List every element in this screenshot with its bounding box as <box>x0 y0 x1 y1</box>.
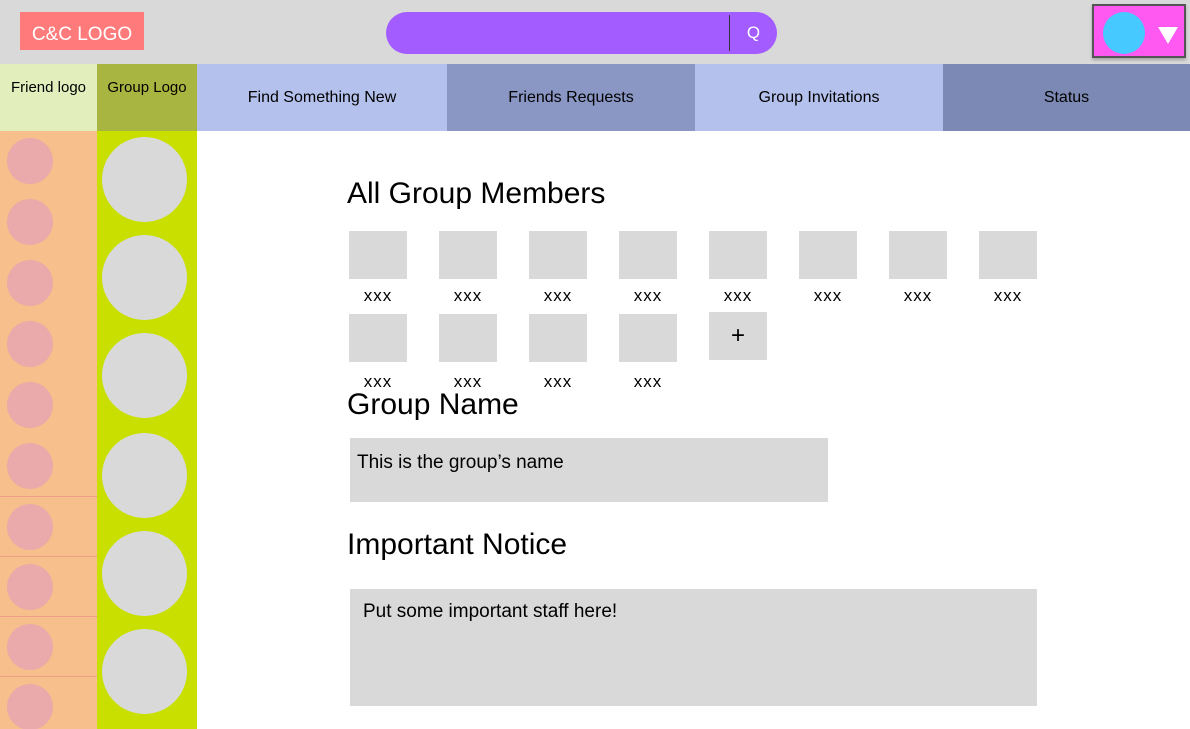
member-card: xxx <box>438 231 498 306</box>
search-button[interactable]: Q <box>730 12 777 54</box>
member-avatar[interactable] <box>349 231 407 279</box>
friend-item <box>0 436 97 496</box>
member-avatar[interactable] <box>439 231 497 279</box>
member-avatar[interactable] <box>979 231 1037 279</box>
groups-sidebar <box>97 131 197 729</box>
tab-friends-requests[interactable]: Friends Requests <box>447 64 695 131</box>
friend-item <box>0 676 97 729</box>
top-bar: C&C LOGO Q <box>0 0 1190 64</box>
friend-avatar[interactable] <box>7 382 53 428</box>
member-card: xxx <box>438 314 498 392</box>
friend-item <box>0 253 97 313</box>
group-avatar[interactable] <box>102 531 187 616</box>
friends-sidebar <box>0 131 97 729</box>
member-avatar[interactable] <box>619 314 677 362</box>
member-card: xxx <box>528 231 588 306</box>
friend-avatar[interactable] <box>7 199 53 245</box>
group-avatar[interactable] <box>102 333 187 418</box>
avatar <box>1103 12 1145 54</box>
friend-item <box>0 616 97 676</box>
tab-status[interactable]: Status <box>943 64 1190 131</box>
member-name: xxx <box>813 286 843 305</box>
member-card: xxx <box>978 231 1038 306</box>
add-member-button[interactable]: + <box>709 312 767 360</box>
friend-avatar[interactable] <box>7 624 53 670</box>
friend-item <box>0 496 97 556</box>
member-avatar[interactable] <box>619 231 677 279</box>
tab-find-something-new[interactable]: Find Something New <box>197 64 447 131</box>
members-title: All Group Members <box>347 177 606 210</box>
chevron-down-icon <box>1158 27 1178 44</box>
friend-avatar[interactable] <box>7 443 53 489</box>
member-avatar[interactable] <box>439 314 497 362</box>
friend-item <box>0 131 97 191</box>
profile-menu-button[interactable] <box>1092 4 1186 58</box>
member-name: xxx <box>543 372 573 391</box>
member-avatar[interactable] <box>889 231 947 279</box>
member-avatar[interactable] <box>709 231 767 279</box>
search-bar: Q <box>386 12 777 54</box>
friend-avatar[interactable] <box>7 684 53 729</box>
friend-item <box>0 375 97 435</box>
member-card: xxx <box>618 231 678 306</box>
member-name: xxx <box>363 286 393 305</box>
app-logo[interactable]: C&C LOGO <box>20 12 144 50</box>
member-name: xxx <box>633 372 663 391</box>
member-avatar[interactable] <box>529 231 587 279</box>
member-name: xxx <box>993 286 1023 305</box>
tab-group-invitations[interactable]: Group Invitations <box>695 64 943 131</box>
member-card: xxx <box>618 314 678 392</box>
member-card: xxx <box>528 314 588 392</box>
member-name: xxx <box>903 286 933 305</box>
member-card: xxx <box>888 231 948 306</box>
notice-title: Important Notice <box>347 528 568 561</box>
member-name: xxx <box>453 286 483 305</box>
group-avatar[interactable] <box>102 137 187 222</box>
group-name-title: Group Name <box>347 388 519 421</box>
member-card: xxx <box>708 231 768 306</box>
group-name-field[interactable]: This is the group’s name <box>350 438 828 502</box>
group-avatar[interactable] <box>102 629 187 714</box>
member-card: xxx <box>348 231 408 306</box>
member-name: xxx <box>543 286 573 305</box>
friend-logo-header: Friend logo <box>0 64 97 131</box>
friend-avatar[interactable] <box>7 321 53 367</box>
group-avatar[interactable] <box>102 433 187 518</box>
member-card: xxx <box>348 314 408 392</box>
friend-avatar[interactable] <box>7 504 53 550</box>
friend-item <box>0 556 97 616</box>
friend-avatar[interactable] <box>7 260 53 306</box>
navigation-row: Friend logo Group Logo Find Something Ne… <box>0 64 1190 131</box>
group-avatar[interactable] <box>102 235 187 320</box>
member-avatar[interactable] <box>799 231 857 279</box>
member-avatar[interactable] <box>529 314 587 362</box>
member-avatar[interactable] <box>349 314 407 362</box>
friend-avatar[interactable] <box>7 564 53 610</box>
member-card: xxx <box>798 231 858 306</box>
member-name: xxx <box>633 286 663 305</box>
friend-avatar[interactable] <box>7 138 53 184</box>
important-notice-field[interactable]: Put some important staff here! <box>350 589 1037 706</box>
group-logo-header: Group Logo <box>97 64 197 131</box>
friend-item <box>0 192 97 252</box>
search-input[interactable] <box>404 12 724 54</box>
member-name: xxx <box>723 286 753 305</box>
friend-item <box>0 314 97 374</box>
